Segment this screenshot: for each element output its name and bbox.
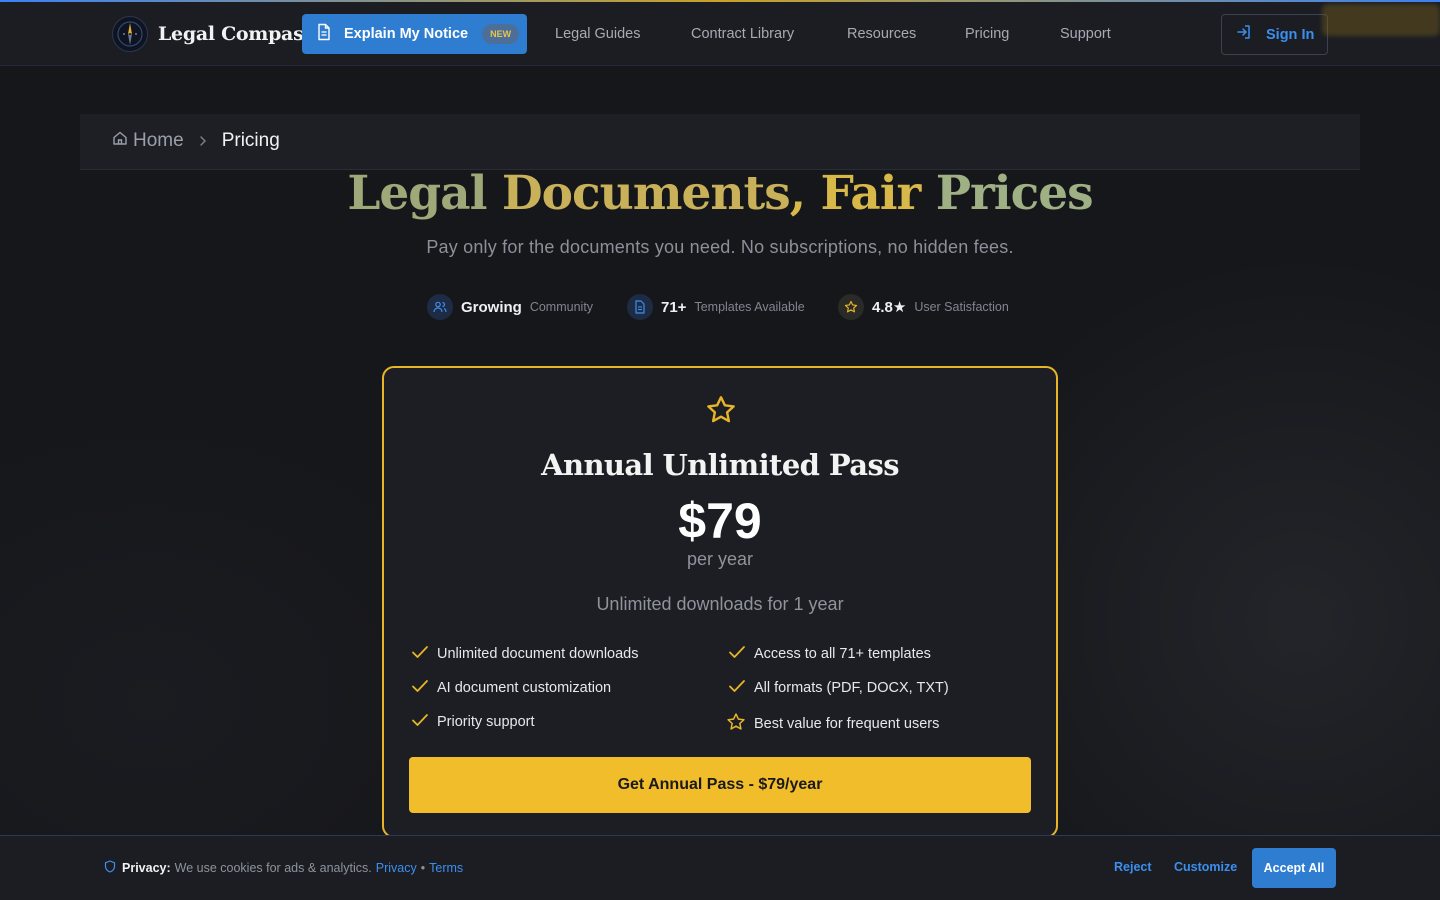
breadcrumb-home-label: Home xyxy=(133,130,184,151)
get-annual-pass-button[interactable]: Get Annual Pass - $79/year xyxy=(409,757,1031,813)
privacy-link[interactable]: Privacy xyxy=(376,861,417,875)
star-icon xyxy=(838,294,864,320)
feature-text: All formats (PDF, DOCX, TXT) xyxy=(754,680,949,696)
stat-label: Templates Available xyxy=(694,300,805,314)
compass-icon xyxy=(112,16,148,52)
feature-text: Priority support xyxy=(437,714,535,730)
feature-text: AI document customization xyxy=(437,680,612,696)
stat-templates: 71+ Templates Available xyxy=(627,294,805,320)
terms-link[interactable]: Terms xyxy=(429,861,463,875)
cookie-text: We use cookies for ads & analytics. xyxy=(174,861,372,875)
check-icon xyxy=(728,645,746,663)
explain-button-label: Explain My Notice xyxy=(344,26,469,42)
shield-icon xyxy=(104,860,116,876)
breadcrumb: Home Pricing xyxy=(80,114,1360,170)
feature-text: Access to all 71+ templates xyxy=(754,646,931,662)
stat-satisfaction: 4.8★ User Satisfaction xyxy=(838,294,1009,320)
sign-in-button[interactable]: Sign In xyxy=(1221,14,1328,55)
separator: • xyxy=(420,861,426,875)
stat-value: 71+ xyxy=(661,298,687,316)
plan-period: per year xyxy=(686,549,754,569)
star-icon xyxy=(726,712,746,736)
plan-description: Unlimited downloads for 1 year xyxy=(596,594,844,614)
page-title: Legal Documents, Fair Prices xyxy=(0,166,1440,221)
title-part: Documents xyxy=(501,166,791,221)
chevron-right-icon xyxy=(198,135,208,147)
sign-in-icon xyxy=(1236,24,1252,45)
cookie-reject-button[interactable]: Reject xyxy=(1114,860,1152,874)
feature-item: Best value for frequent users xyxy=(726,712,939,736)
document-icon xyxy=(627,294,653,320)
star-icon xyxy=(704,394,738,431)
stat-label: User Satisfaction xyxy=(914,300,1009,314)
plan-title: Annual Unlimited Pass xyxy=(541,448,899,482)
nav-item-support[interactable]: Support xyxy=(1060,26,1111,42)
nav-item-pricing[interactable]: Pricing xyxy=(965,26,1009,42)
stat-value: Growing xyxy=(461,298,522,316)
blurred-floating-badge xyxy=(1322,4,1440,36)
check-icon xyxy=(728,679,746,697)
plan-price: $79 xyxy=(678,493,762,549)
brand-name: Legal Compass xyxy=(158,23,314,45)
feature-item: AI document customization xyxy=(411,679,611,697)
feature-text: Unlimited document downloads xyxy=(437,646,639,662)
cookie-accept-button[interactable]: Accept All xyxy=(1252,848,1336,888)
title-part: Legal xyxy=(347,166,502,221)
explain-my-notice-button[interactable]: Explain My Notice NEW xyxy=(302,14,527,54)
sign-in-label: Sign In xyxy=(1266,26,1315,43)
new-badge: NEW xyxy=(482,24,520,44)
nav-item-legal-guides[interactable]: Legal Guides xyxy=(555,26,640,42)
site-header: Legal Compass Explain My Notice NEW Lega… xyxy=(0,2,1440,66)
page-subtitle: Pay only for the documents you need. No … xyxy=(426,237,1014,257)
stat-community: Growing Community xyxy=(427,294,593,320)
document-icon xyxy=(316,23,332,46)
pricing-card: Annual Unlimited Pass $79 per year Unlim… xyxy=(382,366,1058,838)
check-icon xyxy=(411,679,429,697)
cookie-customize-button[interactable]: Customize xyxy=(1174,860,1237,874)
home-icon xyxy=(112,130,128,152)
stat-value: 4.8★ xyxy=(872,299,907,316)
feature-text: Best value for frequent users xyxy=(754,716,940,732)
nav-item-resources[interactable]: Resources xyxy=(847,26,916,42)
cookie-label: Privacy: xyxy=(122,861,171,875)
breadcrumb-home[interactable]: Home xyxy=(112,130,184,152)
cookie-banner: Privacy: We use cookies for ads & analyt… xyxy=(0,835,1440,900)
title-part: Prices xyxy=(935,166,1094,221)
title-part: , Fair xyxy=(789,166,936,221)
stat-label: Community xyxy=(529,300,594,314)
feature-item: Priority support xyxy=(411,713,535,731)
feature-item: Unlimited document downloads xyxy=(411,645,639,663)
cookie-message: Privacy: We use cookies for ads & analyt… xyxy=(104,860,463,876)
feature-item: All formats (PDF, DOCX, TXT) xyxy=(728,679,949,697)
check-icon xyxy=(411,645,429,663)
breadcrumb-current: Pricing xyxy=(221,130,280,151)
users-icon xyxy=(427,294,453,320)
brand-logo[interactable]: Legal Compass xyxy=(112,16,314,52)
check-icon xyxy=(411,713,429,731)
feature-item: Access to all 71+ templates xyxy=(728,645,931,663)
nav-item-contract-library[interactable]: Contract Library xyxy=(691,26,794,42)
